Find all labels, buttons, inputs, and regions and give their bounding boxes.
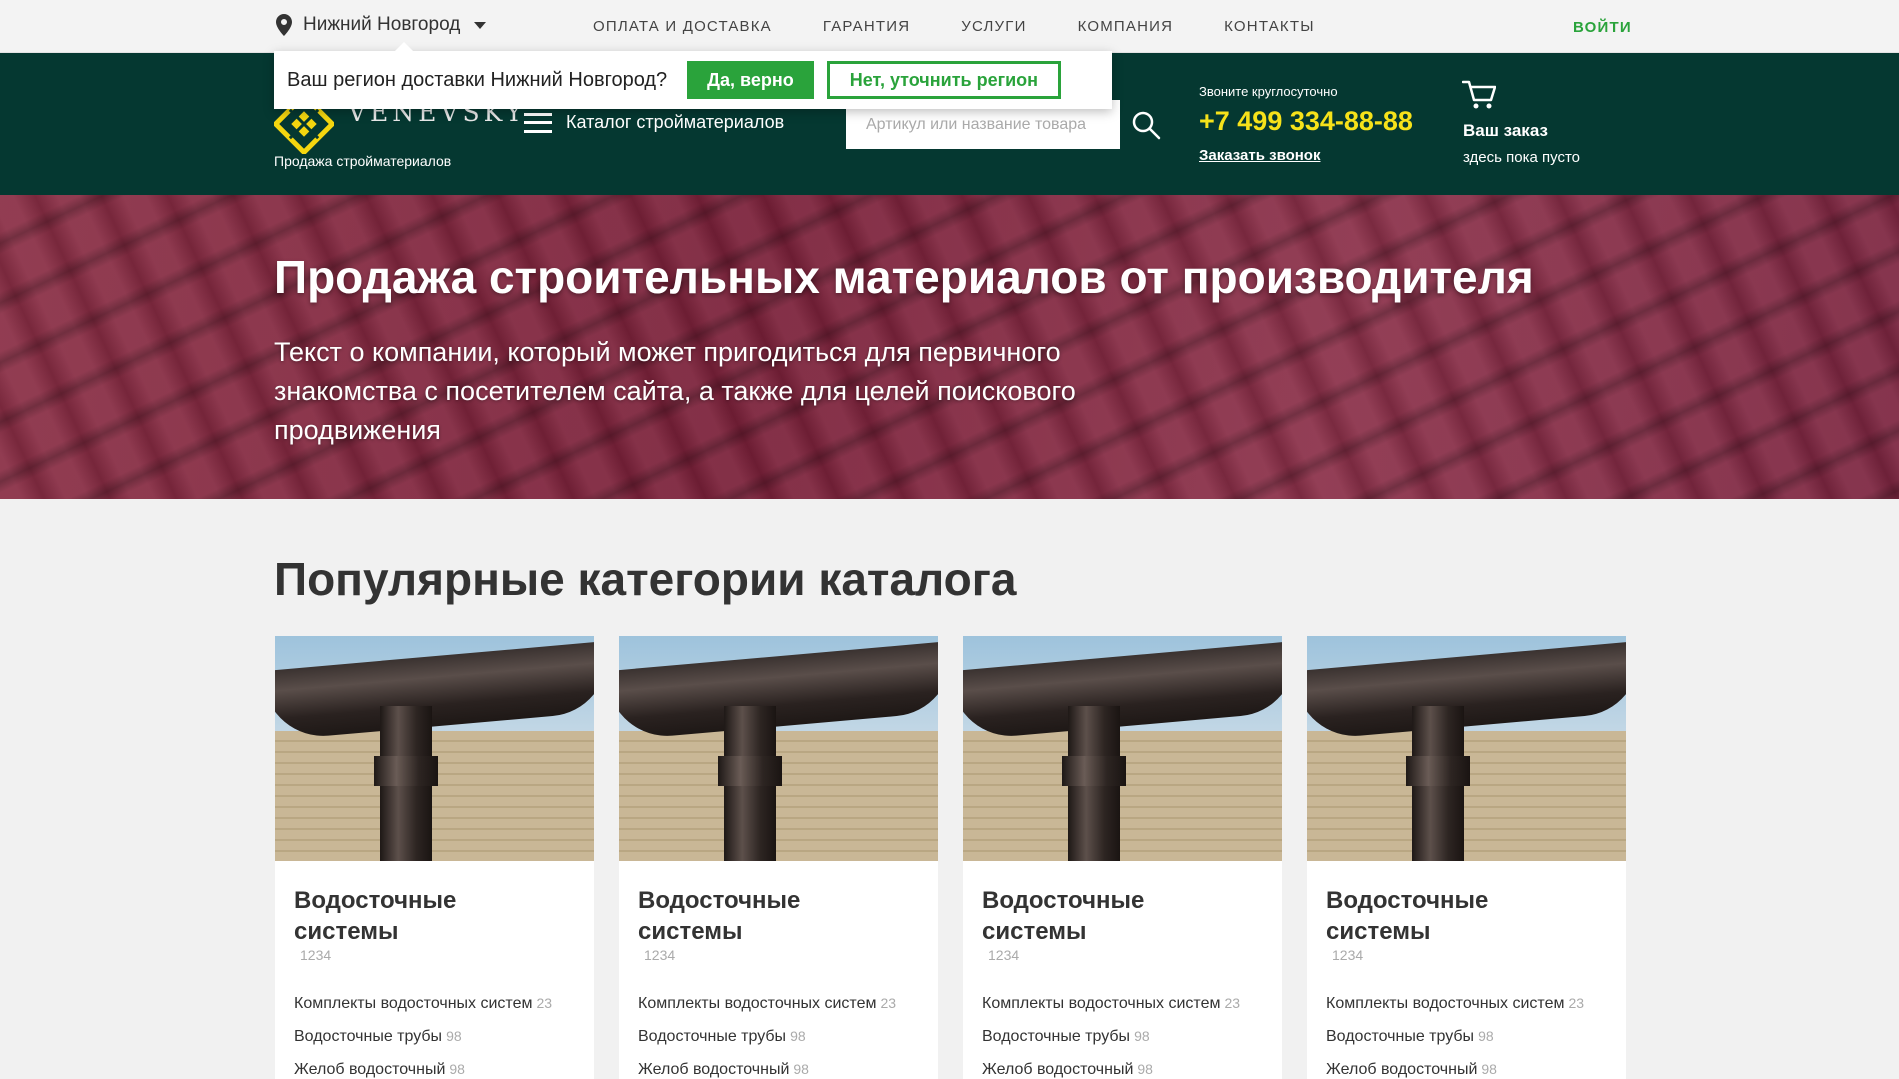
subcategory-label: Комплекты водосточных систем — [638, 995, 877, 1012]
region-selector[interactable]: Нижний Новгород — [275, 14, 487, 36]
category-title[interactable]: Водосточные системы — [982, 885, 1202, 947]
subcategory-label: Желоб водосточный — [982, 1061, 1134, 1078]
subcategory-count: 23 — [880, 995, 897, 1011]
subcategory-link[interactable]: Комплекты водосточных систем 23 — [982, 987, 1264, 1020]
hero-title: Продажа строительных материалов от произ… — [274, 251, 1534, 303]
subcategory-link[interactable]: Комплекты водосточных систем 23 — [294, 987, 576, 1020]
subcategory-link[interactable]: Желоб водосточный 98 — [638, 1053, 920, 1079]
chevron-down-icon — [474, 21, 487, 29]
hero-text: Текст о компании, который может пригодит… — [274, 337, 1076, 445]
subcategory-link[interactable]: Желоб водосточный 98 — [982, 1053, 1264, 1079]
category-title[interactable]: Водосточные системы — [638, 885, 858, 947]
phone-number[interactable]: +7 499 334-88-88 — [1199, 106, 1413, 137]
category-image — [275, 636, 594, 861]
subcategory-link[interactable]: Желоб водосточный 98 — [294, 1053, 576, 1079]
category-card[interactable]: Водосточные системы 1234 Комплекты водос… — [275, 636, 594, 1079]
subcategory-count: 98 — [449, 1061, 465, 1077]
subcategory-link[interactable]: Желоб водосточный 98 — [1326, 1053, 1608, 1079]
subcategory-count: 98 — [1134, 1028, 1150, 1044]
nav-contacts[interactable]: Контакты — [1224, 18, 1315, 35]
section-title: Популярные категории каталога — [274, 553, 1017, 605]
subcategory-link[interactable]: Водосточные трубы 98 — [638, 1020, 920, 1053]
nav-payment-delivery[interactable]: Оплата и доставка — [593, 18, 772, 35]
subcategory-label: Желоб водосточный — [294, 1061, 446, 1078]
subcategory-link[interactable]: Комплекты водосточных систем 23 — [638, 987, 920, 1020]
category-cards: Водосточные системы 1234 Комплекты водос… — [275, 636, 1626, 1079]
category-image — [963, 636, 1282, 861]
category-count: 1234 — [988, 947, 1020, 963]
subcategory-label: Водосточные трубы — [1326, 1028, 1475, 1045]
subcategory-label: Комплекты водосточных систем — [982, 995, 1221, 1012]
subcategory-label: Комплекты водосточных систем — [1326, 995, 1565, 1012]
subcategory-count: 23 — [1568, 995, 1585, 1011]
region-confirm-popup: Ваш регион доставки Нижний Новгород? Да,… — [274, 42, 1112, 109]
subcategory-link[interactable]: Комплекты водосточных систем 23 — [1326, 987, 1608, 1020]
region-question: Ваш регион доставки Нижний Новгород? — [287, 68, 668, 91]
category-count: 1234 — [1332, 947, 1364, 963]
category-title[interactable]: Водосточные системы — [294, 885, 514, 947]
catalog-menu-label: Каталог стройматериалов — [566, 112, 785, 132]
callback-link[interactable]: Заказать звонок — [1199, 147, 1320, 164]
search-icon[interactable] — [1131, 110, 1161, 140]
subcategory-label: Желоб водосточный — [638, 1061, 790, 1078]
subcategory-count: 98 — [446, 1028, 462, 1044]
call-label: Звоните круглосуточно — [1199, 84, 1338, 99]
catalog-menu-button[interactable]: Каталог стройматериалов — [524, 112, 784, 133]
subcategory-count: 98 — [790, 1028, 806, 1044]
category-count: 1234 — [300, 947, 332, 963]
subcategory-count: 23 — [536, 995, 553, 1011]
top-nav: Оплата и доставка Гарантия Услуги Компан… — [593, 18, 1366, 35]
logo-subtitle: Продажа стройматериалов — [274, 153, 452, 169]
subcategory-count: 98 — [1478, 1028, 1494, 1044]
cart-status: здесь пока пусто — [1463, 149, 1580, 166]
category-title[interactable]: Водосточные системы — [1326, 885, 1546, 947]
region-name: Нижний Новгород — [303, 14, 461, 35]
subcategory-label: Водосточные трубы — [638, 1028, 787, 1045]
subcategory-label: Водосточные трубы — [982, 1028, 1131, 1045]
nav-services[interactable]: Услуги — [961, 18, 1026, 35]
category-image — [1307, 636, 1626, 861]
subcategory-link[interactable]: Водосточные трубы 98 — [1326, 1020, 1608, 1053]
subcategory-link[interactable]: Водосточные трубы 98 — [982, 1020, 1264, 1053]
subcategory-link[interactable]: Водосточные трубы 98 — [294, 1020, 576, 1053]
nav-warranty[interactable]: Гарантия — [823, 18, 910, 35]
subcategory-count: 23 — [1224, 995, 1241, 1011]
change-region-button[interactable]: Нет, уточнить регион — [826, 61, 1062, 99]
subcategory-label: Комплекты водосточных систем — [294, 995, 533, 1012]
category-card[interactable]: Водосточные системы 1234 Комплекты водос… — [1307, 636, 1626, 1079]
confirm-region-button[interactable]: Да, верно — [687, 61, 814, 99]
category-card[interactable]: Водосточные системы 1234 Комплекты водос… — [619, 636, 938, 1079]
cart-title[interactable]: Ваш заказ — [1463, 121, 1548, 141]
category-count: 1234 — [644, 947, 676, 963]
nav-company[interactable]: Компания — [1078, 18, 1174, 35]
subcategory-count: 98 — [1481, 1061, 1497, 1077]
cart-icon[interactable] — [1462, 79, 1496, 111]
menu-icon — [524, 112, 552, 133]
category-card[interactable]: Водосточные системы 1234 Комплекты водос… — [963, 636, 1282, 1079]
login-link[interactable]: ВОЙТИ — [1573, 19, 1632, 36]
top-bar: Нижний Новгород Оплата и доставка Гарант… — [0, 0, 1899, 53]
category-image — [619, 636, 938, 861]
subcategory-label: Водосточные трубы — [294, 1028, 443, 1045]
location-pin-icon — [276, 14, 292, 36]
subcategory-count: 98 — [1137, 1061, 1153, 1077]
subcategory-count: 98 — [793, 1061, 809, 1077]
subcategory-label: Желоб водосточный — [1326, 1061, 1478, 1078]
